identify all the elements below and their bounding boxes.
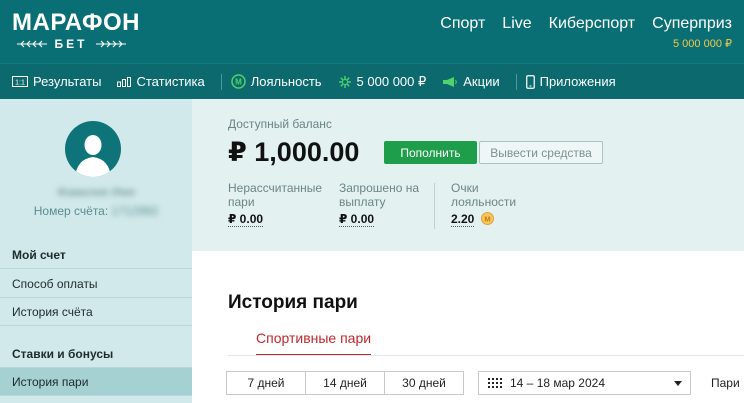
subnav-divider <box>220 73 222 90</box>
page-title: История пари <box>228 292 358 313</box>
marathon-bet-logo[interactable]: МАРАФОН БЕТ <box>12 9 140 52</box>
subnav-promotions-label: Акции <box>463 74 500 89</box>
calendar-grid-icon <box>488 378 502 388</box>
results-icon: 1:1 <box>12 76 28 87</box>
loyalty-points-label-line1: Очки <box>451 181 479 195</box>
nav-live[interactable]: Live <box>502 15 531 33</box>
site-header: МАРАФОН БЕТ Спорт Live Киберспорт Суперп… <box>0 0 744 63</box>
sidebar-section-my-account: Мой счет <box>0 241 192 269</box>
unsettled-bets-label: Нерассчитанные пари <box>228 181 322 209</box>
requested-payout-label-line2: выплату <box>339 195 386 209</box>
avatar <box>65 121 121 177</box>
phone-icon <box>525 74 535 89</box>
subnav-loyalty-label: Лояльность <box>250 74 322 89</box>
user-silhouette-icon <box>75 135 111 177</box>
available-balance-amount: ₽ 1,000.00 <box>228 137 360 167</box>
svg-text:1:1: 1:1 <box>15 80 25 87</box>
laurel-right-icon <box>96 40 126 48</box>
balance-panel: Доступный баланс ₽ 1,000.00 Пополнить Вы… <box>192 99 744 251</box>
loyalty-coin-icon: M <box>481 212 494 225</box>
svg-text:M: M <box>484 215 490 224</box>
period-7-days[interactable]: 7 дней <box>226 371 306 395</box>
secondary-nav: 1:1 Результаты Статистика M Лояльность 5… <box>0 63 744 99</box>
stats-icon <box>117 76 132 87</box>
subnav-results-label: Результаты <box>33 74 102 89</box>
date-range-value: 14 – 18 мар 2024 <box>510 376 605 390</box>
subnav-results[interactable]: 1:1 Результаты <box>12 64 111 100</box>
unsettled-bets-label-line1: Нерассчитанные <box>228 181 323 195</box>
superprize-amount: 5 000 000 ₽ <box>673 38 732 50</box>
logo-main-text: МАРАФОН <box>12 9 140 36</box>
withdraw-button[interactable]: Вывести средства <box>479 141 603 164</box>
subnav-apps[interactable]: Приложения <box>525 64 626 100</box>
tab-sports-bets[interactable]: Спортивные пари <box>256 330 372 356</box>
loyalty-points-value: 2.20 <box>451 212 475 227</box>
date-range-picker[interactable]: 14 – 18 мар 2024 <box>478 371 691 395</box>
period-30-days[interactable]: 30 дней <box>384 371 464 395</box>
sidebar-section-bets-bonuses: Ставки и бонусы <box>0 340 192 368</box>
svg-text:M: M <box>235 78 242 87</box>
period-selector: 7 дней 14 дней 30 дней <box>226 371 464 395</box>
loyalty-icon: M <box>231 74 246 89</box>
loyalty-points-label: Очки лояльности <box>451 181 516 209</box>
requested-payout-label: Запрошено на выплату <box>339 181 419 209</box>
bet-history-content: История пари Спортивные пари 7 дней 14 д… <box>192 251 744 403</box>
top-nav: Спорт Live Киберспорт Суперприз <box>423 15 732 33</box>
subnav-stats[interactable]: Статистика <box>117 64 214 100</box>
nav-superprize[interactable]: Суперприз <box>652 15 732 33</box>
nav-esports[interactable]: Киберспорт <box>549 15 635 33</box>
requested-payout-label-line1: Запрошено на <box>339 181 420 195</box>
subnav-divider <box>515 73 517 90</box>
user-name: Фамилия Имя <box>57 185 135 199</box>
subnav-loyalty[interactable]: M Лояльность <box>231 64 332 100</box>
account-number: 1712992 <box>111 204 159 218</box>
period-14-days[interactable]: 14 дней <box>305 371 385 395</box>
account-number-row: Номер счёта: 1712992 <box>0 204 192 218</box>
tab-underline-divider <box>228 355 744 356</box>
account-label: Номер счёта: <box>33 204 109 218</box>
bets-filter-label: Пари <box>711 376 740 390</box>
nav-sport[interactable]: Спорт <box>440 15 485 33</box>
subnav-promotions[interactable]: Акции <box>442 64 509 100</box>
stats-divider <box>434 183 435 229</box>
loyalty-points-label-line2: лояльности <box>451 195 517 209</box>
deposit-button[interactable]: Пополнить <box>384 141 477 164</box>
prize-icon <box>338 75 352 89</box>
sidebar-item-payment-method[interactable]: Способ оплаты <box>0 270 192 298</box>
sidebar-item-account-history[interactable]: История счёта <box>0 298 192 326</box>
available-balance-label: Доступный баланс <box>228 117 332 131</box>
chevron-down-icon <box>674 381 682 386</box>
account-sidebar: Фамилия Имя Номер счёта: 1712992 Мой сче… <box>0 99 192 403</box>
subnav-stats-label: Статистика <box>136 74 205 89</box>
sidebar-item-bet-history[interactable]: История пари <box>0 368 192 396</box>
unsettled-bets-label-line2: пари <box>228 195 255 209</box>
requested-payout-value: ₽ 0.00 <box>339 212 375 227</box>
subnav-prize-label: 5 000 000 ₽ <box>356 73 427 89</box>
megaphone-icon <box>442 76 458 88</box>
unsettled-bets-value: ₽ 0.00 <box>228 212 264 227</box>
subnav-apps-label: Приложения <box>539 74 616 89</box>
subnav-prize[interactable]: 5 000 000 ₽ <box>338 64 437 100</box>
